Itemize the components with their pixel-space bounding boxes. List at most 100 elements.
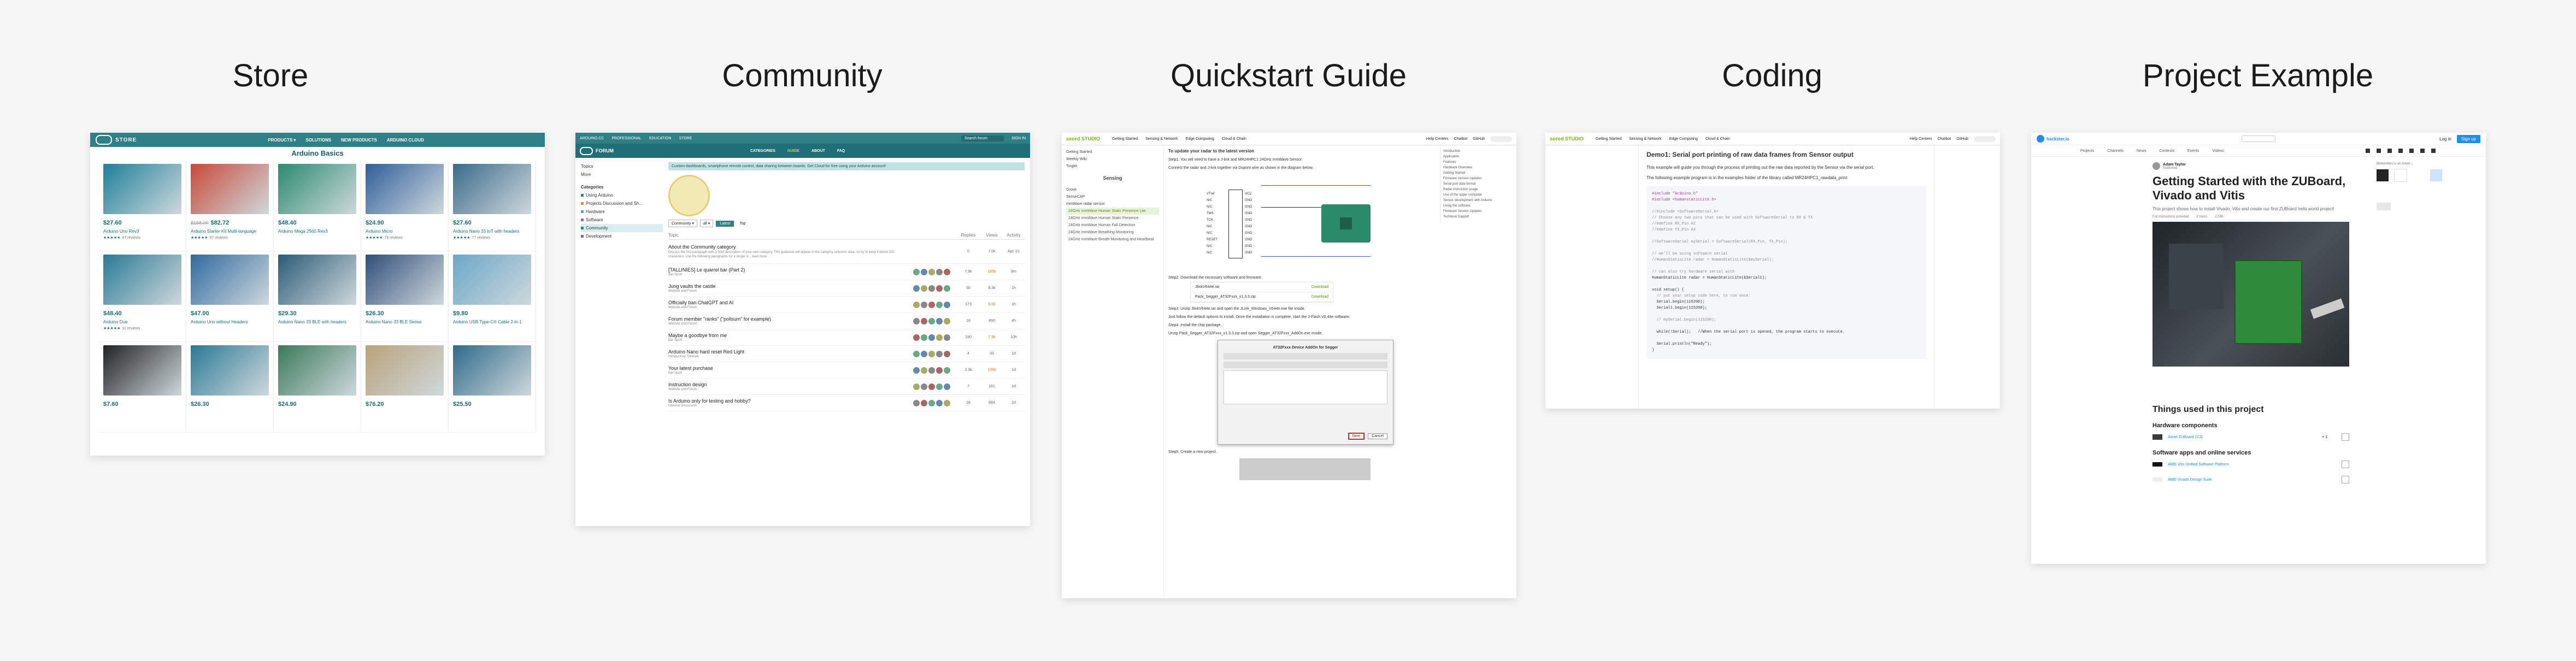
product-name[interactable]: Arduino Uno Rev3 xyxy=(103,229,181,234)
external-link-icon[interactable] xyxy=(2342,461,2349,468)
avatar-icon[interactable] xyxy=(928,301,935,308)
forum-sidebar-item[interactable]: Community xyxy=(581,224,663,232)
product-name[interactable]: Arduino Starter Kit Multi-language xyxy=(191,229,269,234)
product-image[interactable] xyxy=(103,345,181,396)
nav-getting-started[interactable]: Getting Started xyxy=(1112,137,1138,141)
forum-sidebar-item[interactable]: Categories xyxy=(581,183,663,191)
avatar-icon[interactable] xyxy=(921,334,927,341)
product-card[interactable]: $24.90 xyxy=(274,342,361,433)
avatar-icon[interactable] xyxy=(913,285,920,292)
forum-sidebar-item[interactable]: Using Arduino xyxy=(581,191,663,199)
hackster-brand[interactable]: hackster.io xyxy=(2046,137,2069,141)
topic-row[interactable]: Forum member "ranks" ("pollsum" for exam… xyxy=(668,313,1025,329)
avatar-icon[interactable] xyxy=(921,383,927,390)
tab-categories[interactable]: CATEGORIES xyxy=(750,149,775,153)
search-input[interactable]: Search forum xyxy=(961,135,1004,141)
avatar-icon[interactable] xyxy=(913,367,920,374)
product-image[interactable] xyxy=(278,345,356,396)
avatar-icon[interactable] xyxy=(913,334,920,341)
nav-help[interactable]: Help Centers xyxy=(1426,137,1449,141)
product-image[interactable] xyxy=(278,255,356,305)
wiki-sidebar-item[interactable]: SenseCAP xyxy=(1066,193,1159,200)
external-link-icon[interactable] xyxy=(2342,476,2349,483)
wiki-sidebar-item[interactable]: Sensing xyxy=(1066,175,1159,181)
arduino-logo-icon[interactable] xyxy=(96,135,112,145)
nav-chatbot[interactable]: Chatbot xyxy=(1454,137,1468,141)
product-image[interactable] xyxy=(366,164,444,214)
avatar-icon[interactable] xyxy=(936,399,943,406)
avatar-icon[interactable] xyxy=(928,367,935,374)
filter-category[interactable]: Community ▾ xyxy=(668,220,697,227)
topic-row[interactable]: [TALLINIES] Le quarrel bar (Part 2) Bar S… xyxy=(668,264,1025,280)
avatar-icon[interactable] xyxy=(936,268,943,275)
sign-in-button[interactable]: SIGN IN xyxy=(1011,137,1026,140)
nav-cloud[interactable]: Cloud & Chain xyxy=(1222,137,1246,141)
avatar-icon[interactable] xyxy=(944,350,950,357)
topic-title[interactable]: Your latest purchase xyxy=(668,365,913,371)
sponsor-logo-icon[interactable] xyxy=(2377,169,2389,181)
product-card[interactable]: $76.20 xyxy=(361,342,449,433)
wiki-sidebar-item[interactable]: Grove xyxy=(1066,186,1159,193)
product-image[interactable] xyxy=(453,345,531,396)
forum-sidebar-item[interactable]: Projects Discussion and Sh... xyxy=(581,199,663,208)
author-avatar[interactable] xyxy=(2152,162,2160,170)
toc-item[interactable]: Using the software xyxy=(1443,203,1514,209)
toc-item[interactable]: Hardware Overview xyxy=(1443,165,1514,170)
avatar-icon[interactable] xyxy=(913,268,920,275)
forum-sidebar-item[interactable]: Topics xyxy=(581,162,663,170)
product-name[interactable]: Arduino Nano 33 BLE Sense xyxy=(366,320,444,325)
search-icon[interactable] xyxy=(1490,135,1512,142)
author-name[interactable]: Adam Taylor xyxy=(2163,163,2186,167)
topic-row[interactable]: Your latest purchase Bar Sport 2.0k 100k 1d xyxy=(668,362,1025,379)
product-name[interactable]: Arduino Micro xyxy=(366,229,444,234)
software-name-vitis[interactable]: AMD Vitis Unified Software Platform xyxy=(2168,463,2229,467)
product-name[interactable]: Arduino Uno without Headers xyxy=(191,320,269,325)
nav-github[interactable]: GitHub xyxy=(1956,137,1968,141)
avatar-icon[interactable] xyxy=(921,367,927,374)
wiki-sidebar-item[interactable]: Weekly Wiki xyxy=(1066,156,1159,163)
toc-item[interactable]: Firmware Version Updates xyxy=(1443,176,1514,181)
avatar-icon[interactable] xyxy=(928,399,935,406)
product-card[interactable]: $27.60 Arduino Uno Rev3 ★★★★★ 47 reviews xyxy=(99,161,186,251)
avatar-icon[interactable] xyxy=(944,367,950,374)
wiki-sidebar-item[interactable]: Tingkit xyxy=(1066,163,1159,170)
avatar-icon[interactable] xyxy=(936,301,943,308)
product-name[interactable]: Arduino Mega 2560 Rev3 xyxy=(278,229,356,234)
download-link[interactable]: Download xyxy=(1311,285,1328,289)
nav-solutions[interactable]: SOLUTIONS xyxy=(305,138,331,143)
toc-item[interactable]: Application xyxy=(1443,154,1514,160)
avatar-icon[interactable] xyxy=(944,383,950,390)
nav-edge[interactable]: Edge Computing xyxy=(1186,137,1214,141)
topic-row[interactable]: Officially ban ChatGPT and AI Website and… xyxy=(668,297,1025,313)
hardware-name[interactable]: Avnet ZUBoard 1CG xyxy=(2168,435,2203,439)
topic-row[interactable]: Maybe a goodbye from me Bar Sport 190 7.9k 1… xyxy=(668,329,1025,346)
topic-title[interactable]: Instruction design xyxy=(668,382,913,387)
tab-channels[interactable]: Channels xyxy=(2107,149,2124,153)
tab-news[interactable]: News xyxy=(2137,149,2146,153)
cloud-banner[interactable]: Custom dashboards, smartphone remote con… xyxy=(668,162,1025,170)
wiki-sidebar-item[interactable]: mmWave radar sensor xyxy=(1066,200,1159,208)
product-image[interactable] xyxy=(366,255,444,305)
product-card[interactable]: $48.40 Arduino Mega 2560 Rev3 xyxy=(274,161,361,251)
code-block[interactable]: #include "Arduino.h" #include <humanstati… xyxy=(1646,186,1926,359)
avatar-icon[interactable] xyxy=(936,383,943,390)
arduino-logo-icon[interactable] xyxy=(580,146,593,155)
avatar-icon[interactable] xyxy=(913,383,920,390)
software-name-vivado[interactable]: AMD Vivado Design Suite xyxy=(2168,478,2212,482)
product-card[interactable]: $27.60 Arduino Nano 33 IoT with headers ★★… xyxy=(449,161,536,251)
avatar-icon[interactable] xyxy=(928,268,935,275)
tab-about[interactable]: ABOUT xyxy=(811,149,825,153)
product-card[interactable]: $26.30 xyxy=(186,342,274,433)
topic-title[interactable]: Officially ban ChatGPT and AI xyxy=(668,300,913,305)
product-image[interactable] xyxy=(366,345,444,396)
nav-new-products[interactable]: NEW PRODUCTS xyxy=(341,138,377,143)
product-image[interactable] xyxy=(453,255,531,305)
hackster-logo-icon[interactable] xyxy=(2037,135,2044,143)
product-image[interactable] xyxy=(191,345,269,396)
topic-title[interactable]: Jung vaults the castle xyxy=(668,284,913,289)
signup-button[interactable]: Sign up xyxy=(2456,134,2480,143)
avatar-icon[interactable] xyxy=(944,285,950,292)
nav-sensing[interactable]: Sensing & Network xyxy=(1145,137,1178,141)
product-card[interactable]: $25.50 xyxy=(449,342,536,433)
product-image[interactable] xyxy=(191,255,269,305)
